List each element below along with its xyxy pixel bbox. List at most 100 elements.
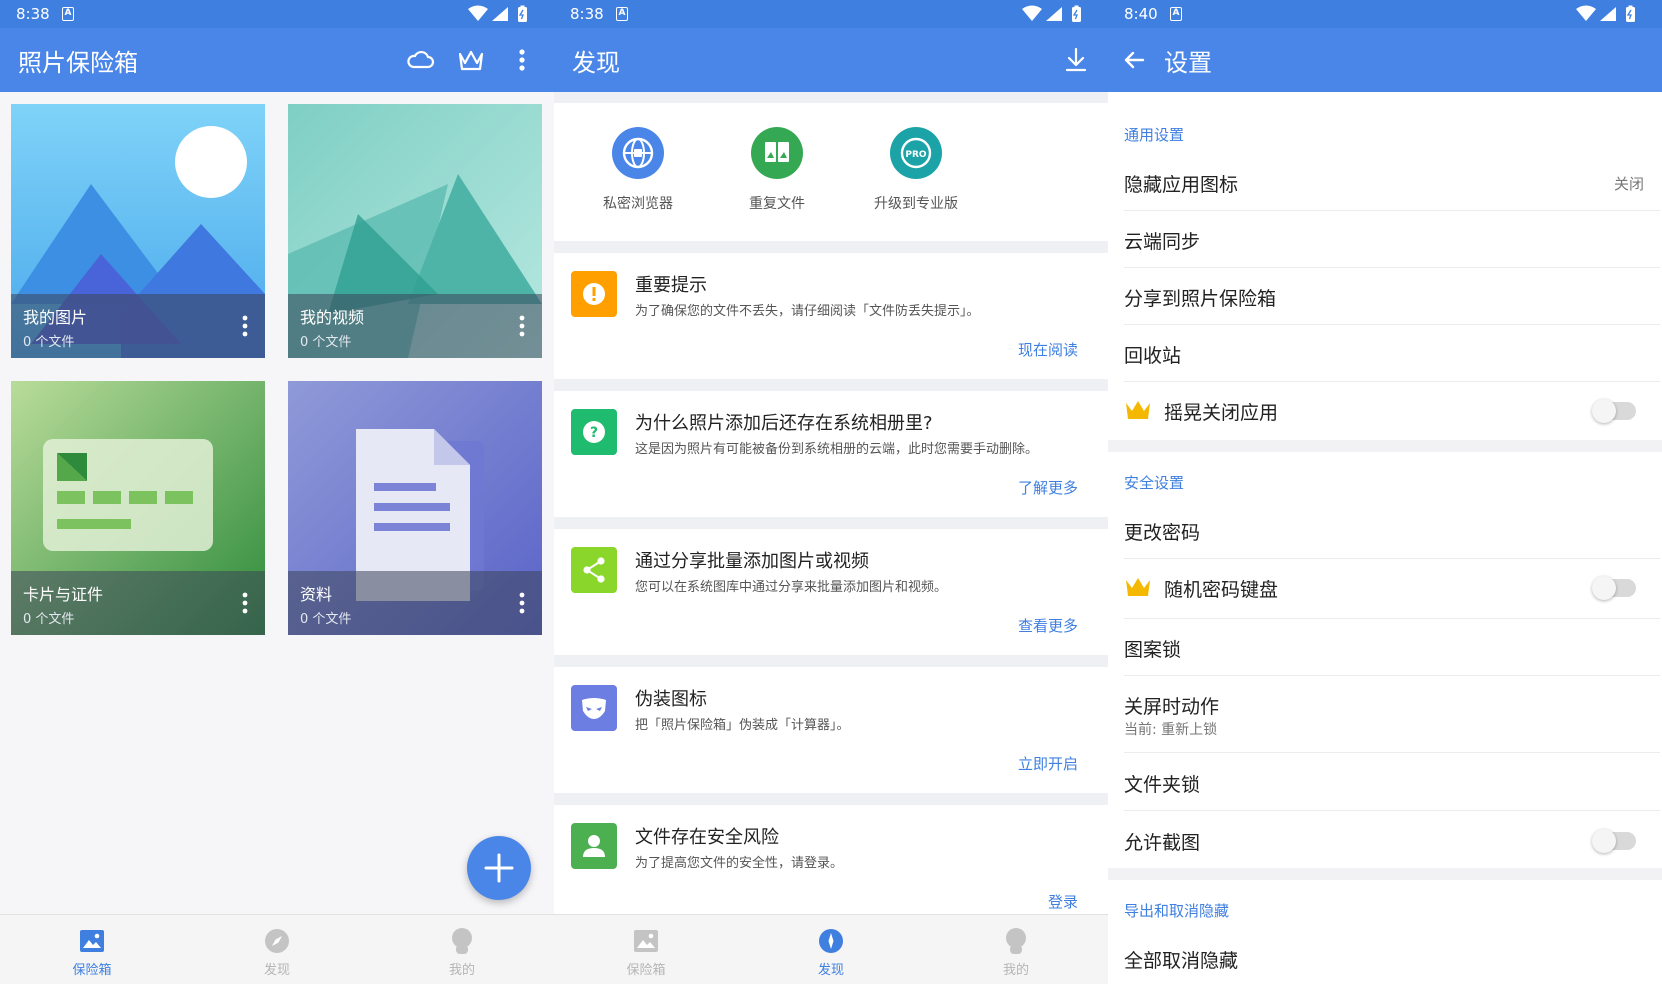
photo-icon xyxy=(634,930,658,952)
section-gap xyxy=(1108,868,1662,880)
more-vertical-icon[interactable] xyxy=(235,589,255,617)
setting-folder-lock[interactable]: 文件夹锁 xyxy=(1124,770,1660,797)
setting-pattern-lock[interactable]: 图案锁 xyxy=(1124,635,1660,662)
add-button[interactable] xyxy=(467,836,531,900)
setting-share-to-vault[interactable]: 分享到照片保险箱 xyxy=(1124,284,1660,311)
account-icon xyxy=(571,823,617,869)
bottom-navigation: 保险箱 发现 我的 xyxy=(554,914,1108,984)
tip-card-why-in-gallery: ? 为什么照片添加后还存在系统相册里? 这是因为照片有可能被备份到系统相册的云端… xyxy=(554,391,1108,517)
nav-label: 我的 xyxy=(1002,963,1029,978)
setting-screen-off-action[interactable]: 关屏时动作 xyxy=(1124,692,1660,719)
setting-random-keyboard[interactable]: 随机密码键盘 xyxy=(1164,575,1604,602)
album-documents[interactable]: 资料 0 个文件 xyxy=(288,381,542,635)
album-my-photos[interactable]: 我的图片 0 个文件 xyxy=(11,104,265,358)
download-icon[interactable] xyxy=(1060,44,1092,76)
setting-cloud-sync[interactable]: 云端同步 xyxy=(1124,227,1660,254)
setting-unhide-all[interactable]: 全部取消隐藏 xyxy=(1124,946,1660,973)
cloud-icon[interactable] xyxy=(404,44,436,76)
enable-now-link[interactable]: 立即开启 xyxy=(1018,753,1078,774)
album-name: 资料 xyxy=(300,585,333,604)
album-caption: 卡片与证件 0 个文件 xyxy=(11,571,265,635)
back-arrow-icon[interactable] xyxy=(1118,44,1150,76)
more-vertical-icon[interactable] xyxy=(235,312,255,340)
compass-icon xyxy=(819,929,843,953)
album-caption: 资料 0 个文件 xyxy=(288,571,542,635)
card-description: 您可以在系统图库中通过分享来批量添加图片和视频。 xyxy=(635,580,948,595)
divider xyxy=(1124,558,1660,559)
shortcut-duplicate-files[interactable]: 重复文件 xyxy=(707,103,847,241)
allow-screenshot-toggle[interactable] xyxy=(1592,829,1636,853)
setting-change-password[interactable]: 更改密码 xyxy=(1124,518,1660,545)
section-security: 安全设置 xyxy=(1124,474,1185,492)
more-vertical-icon[interactable] xyxy=(512,589,532,617)
nav-vault[interactable]: 保险箱 xyxy=(0,915,184,984)
shake-close-toggle[interactable] xyxy=(1592,399,1636,423)
setting-value: 关闭 xyxy=(1613,175,1644,193)
toggle-knob xyxy=(1592,399,1616,423)
shortcut-row: 私密浏览器 重复文件 PRO 升级到专业版 xyxy=(554,103,1108,241)
setting-label: 隐藏应用图标 xyxy=(1124,174,1239,196)
album-caption: 我的图片 0 个文件 xyxy=(11,294,265,358)
more-vertical-icon[interactable] xyxy=(506,44,538,76)
card-title: 为什么照片添加后还存在系统相册里? xyxy=(635,413,933,434)
tip-card-share-batch: 通过分享批量添加图片或视频 您可以在系统图库中通过分享来批量添加图片和视频。 查… xyxy=(554,529,1108,655)
card-description: 把「照片保险箱」伪装成「计算器」。 xyxy=(635,718,850,733)
system-status-icons xyxy=(1022,5,1081,22)
album-count: 0 个文件 xyxy=(300,335,352,350)
card-description: 为了提高您文件的安全性，请登录。 xyxy=(635,856,844,871)
nav-discover[interactable]: 发现 xyxy=(185,915,369,984)
nav-label: 保险箱 xyxy=(72,963,112,978)
app-bar: 发现 xyxy=(554,28,1108,92)
nav-label: 发现 xyxy=(263,963,290,978)
shortcut-private-browser[interactable]: 私密浏览器 xyxy=(568,103,708,241)
crown-icon[interactable] xyxy=(455,44,487,76)
vault-screen: 8:38 A 照片保险箱 我的图片 0 个文件 我的视频 0 个文件 卡片与证件… xyxy=(0,0,554,984)
login-link[interactable]: 登录 xyxy=(1048,891,1078,912)
album-count: 0 个文件 xyxy=(23,335,75,350)
warning-icon xyxy=(571,271,617,317)
shortcut-label: 私密浏览器 xyxy=(603,196,673,212)
random-keyboard-toggle[interactable] xyxy=(1592,576,1636,600)
section-general: 通用设置 xyxy=(1124,126,1185,144)
pro-badge-icon: PRO xyxy=(890,127,942,179)
page-title: 设置 xyxy=(1164,49,1212,77)
card-title: 文件存在安全风险 xyxy=(635,827,779,848)
notification-a-icon: A xyxy=(62,7,74,21)
learn-more-link[interactable]: 了解更多 xyxy=(1018,477,1078,498)
divider xyxy=(1124,381,1660,382)
setting-hide-app-icon[interactable]: 隐藏应用图标 关闭 xyxy=(1124,170,1660,197)
shortcut-upgrade-pro[interactable]: PRO 升级到专业版 xyxy=(846,103,986,241)
nav-vault[interactable]: 保险箱 xyxy=(554,915,738,984)
status-bar: 8:40 A xyxy=(1108,0,1662,28)
nav-label: 保险箱 xyxy=(626,963,666,978)
nav-mine[interactable]: 我的 xyxy=(924,915,1108,984)
nav-label: 发现 xyxy=(817,963,844,978)
section-gap xyxy=(1108,440,1662,452)
setting-recycle-bin[interactable]: 回收站 xyxy=(1124,341,1660,368)
nav-discover[interactable]: 发现 xyxy=(739,915,923,984)
page-title: 照片保险箱 xyxy=(18,49,138,77)
more-vertical-icon[interactable] xyxy=(512,312,532,340)
system-status-icons xyxy=(468,5,527,22)
see-more-link[interactable]: 查看更多 xyxy=(1018,615,1078,636)
divider xyxy=(1124,810,1660,811)
duplicate-photos-icon xyxy=(751,127,803,179)
app-bar: 设置 xyxy=(1108,28,1662,92)
compass-icon xyxy=(265,929,289,953)
album-name: 卡片与证件 xyxy=(23,585,104,604)
album-cards-ids[interactable]: 卡片与证件 0 个文件 xyxy=(11,381,265,635)
svg-text:PRO: PRO xyxy=(905,150,927,160)
page-title: 发现 xyxy=(572,49,620,77)
person-icon xyxy=(1006,928,1026,954)
divider xyxy=(1124,752,1660,753)
status-bar: 8:38 A xyxy=(554,0,1108,28)
system-status-icons xyxy=(1576,5,1635,22)
read-now-link[interactable]: 现在阅读 xyxy=(1018,339,1078,360)
album-count: 0 个文件 xyxy=(23,612,75,627)
tip-card-security-risk: 文件存在安全风险 为了提高您文件的安全性，请登录。 登录 xyxy=(554,805,1108,914)
setting-shake-close[interactable]: 摇晃关闭应用 xyxy=(1164,398,1604,425)
divider xyxy=(1124,267,1660,268)
nav-mine[interactable]: 我的 xyxy=(370,915,554,984)
setting-allow-screenshot[interactable]: 允许截图 xyxy=(1124,828,1660,855)
album-my-videos[interactable]: 我的视频 0 个文件 xyxy=(288,104,542,358)
